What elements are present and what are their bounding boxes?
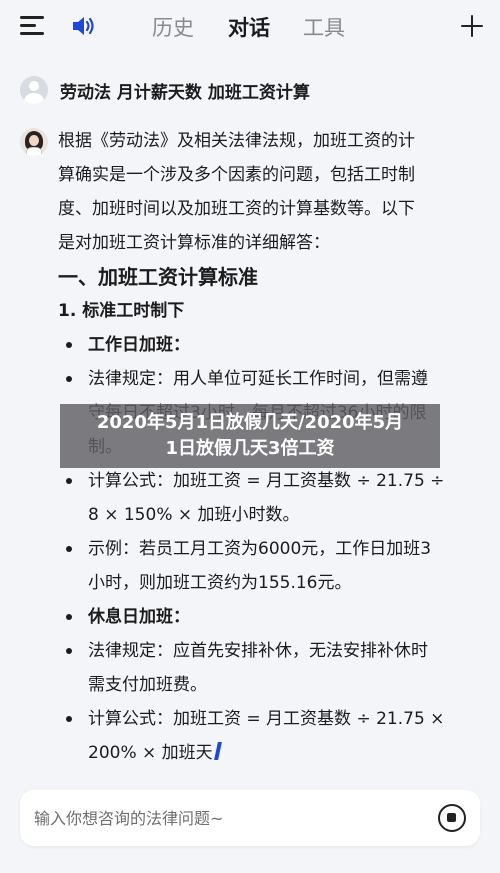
question-input[interactable] [34,804,414,832]
list-item: 法律规定：应首先安排补休，无法安排补休时 需支付加班费。 [58,634,478,702]
answer-intro-line: 是对加班工资计算标准的详细解答： [58,233,330,253]
list-item-line: 计算公式：加班工资 = 月工资基数 ÷ 21.75 × [88,709,445,729]
list-item-line: 需支付加班费。 [88,675,207,695]
list-item: 计算公式：加班工资 = 月工资基数 ÷ 21.75 ÷ 8 × 150% × 加… [58,464,478,532]
watermark-banner: 2020年5月1日放假几天/2020年5月 1日放假几天3倍工资 [60,404,440,468]
answer-intro-line: 根据《劳动法》及相关法律法规，加班工资的计 [58,131,415,151]
list-item: 休息日加班： [58,600,478,634]
user-avatar [20,76,48,104]
list-item-line-text: 200% × 加班天 [88,743,213,763]
user-message: 劳动法 月计薪天数 加班工资计算 [60,82,310,103]
list-item: 示例：若员工月工资为6000元，工作日加班3 小时，则加班工资约为155.16元… [58,532,478,600]
list-item: 工作日加班： [58,328,478,362]
user-message-row: 劳动法 月计薪天数 加班工资计算 [20,76,310,104]
list-item-line: 200% × 加班天 [88,736,478,770]
typing-cursor [213,742,222,760]
menu-icon[interactable] [20,16,44,36]
answer-intro-line: 度、加班时间以及加班工资的计算基数等。以下 [58,199,415,219]
tab-history[interactable]: 历史 [152,12,194,42]
list-item-line: 法律规定：用人单位可延长工作时间，但需遵 [88,369,428,389]
watermark-line: 1日放假几天3倍工资 [165,438,335,459]
list-item-line: 小时，则加班工资约为155.16元。 [88,573,352,593]
speaker-icon[interactable] [70,14,96,38]
tab-tools[interactable]: 工具 [303,12,345,42]
watermark-line: 2020年5月1日放假几天/2020年5月 [96,412,404,433]
answer-intro-line: 算确实是一个涉及多个因素的问题，包括工时制 [58,165,415,185]
plus-icon[interactable] [461,15,483,37]
stop-icon[interactable] [438,804,466,832]
list-item-line: 法律规定：应首先安排补休，无法安排补休时 [88,641,428,661]
list-item-line: 8 × 150% × 加班小时数。 [88,505,300,525]
tab-chat[interactable]: 对话 [228,12,270,42]
list-item-line: 计算公式：加班工资 = 月工资基数 ÷ 21.75 ÷ [88,471,445,491]
subsection-title: 1. 标准工时制下 [58,301,185,321]
list-item: 计算公式：加班工资 = 月工资基数 ÷ 21.75 × 200% × 加班天 [58,702,478,770]
top-bar: 历史 对话 工具 [0,0,500,54]
assistant-avatar [20,128,48,156]
section-title: 一、加班工资计算标准 [58,265,258,289]
question-input-bar [20,790,480,846]
list-item-line: 示例：若员工月工资为6000元，工作日加班3 [88,539,432,559]
